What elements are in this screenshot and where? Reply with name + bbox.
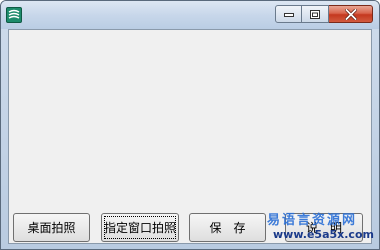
close-button[interactable] — [329, 5, 373, 23]
maximize-button[interactable] — [302, 5, 329, 23]
about-button[interactable]: 说 明 — [285, 213, 363, 242]
save-button[interactable]: 保 存 — [189, 213, 266, 242]
title-bar[interactable] — [1, 1, 379, 29]
minimize-icon — [283, 13, 294, 17]
app-window: 桌面拍照 指定窗口拍照 保 存 说 明 易语言资源网 www.e5a5x.com — [0, 0, 380, 250]
desktop-capture-button[interactable]: 桌面拍照 — [13, 213, 90, 242]
app-icon[interactable] — [6, 7, 22, 23]
window-controls — [275, 5, 373, 25]
minimize-button[interactable] — [275, 5, 302, 23]
client-area: 桌面拍照 指定窗口拍照 保 存 说 明 — [8, 29, 372, 244]
maximize-icon — [310, 9, 320, 19]
close-icon — [344, 8, 357, 20]
window-capture-button[interactable]: 指定窗口拍照 — [101, 213, 179, 242]
